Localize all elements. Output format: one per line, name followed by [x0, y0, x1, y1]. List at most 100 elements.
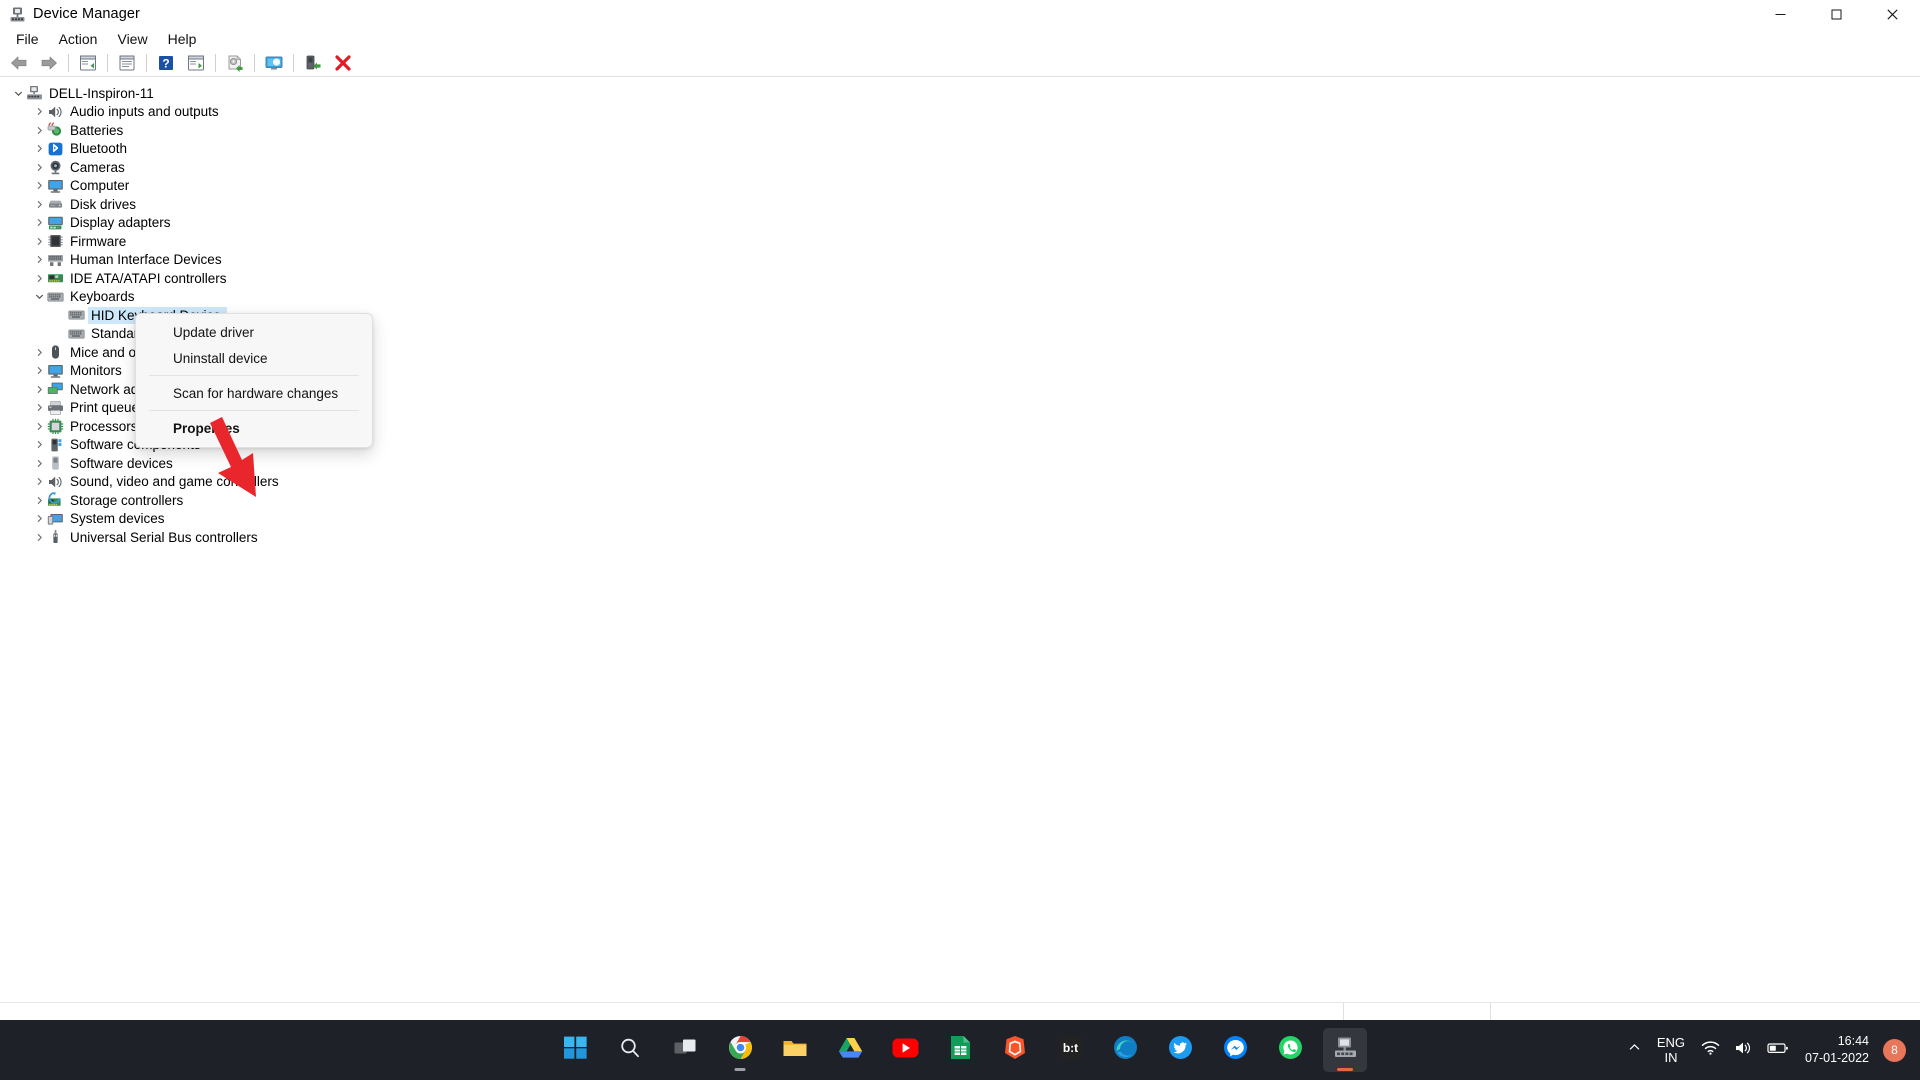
bit-button[interactable]: b:t: [1048, 1028, 1092, 1072]
chevron-right-icon[interactable]: [31, 380, 47, 398]
tree-item[interactable]: Sound, video and game controllers: [0, 473, 1920, 492]
menu-view[interactable]: View: [107, 28, 157, 50]
chevron-right-icon[interactable]: [31, 473, 47, 491]
tree-item[interactable]: IDE ATA/ATAPI controllers: [0, 269, 1920, 288]
taskbar-apps: b:t: [553, 1028, 1367, 1072]
forward-button[interactable]: [34, 51, 64, 75]
enable-device-button[interactable]: [298, 51, 328, 75]
tree-item[interactable]: Universal Serial Bus controllers: [0, 528, 1920, 547]
help-button[interactable]: ?: [151, 51, 181, 75]
tree-item[interactable]: Bluetooth: [0, 140, 1920, 159]
context-update-driver[interactable]: Update driver: [136, 319, 372, 345]
menu-help[interactable]: Help: [158, 28, 207, 50]
tree-item[interactable]: Audio inputs and outputs: [0, 103, 1920, 122]
brave-button[interactable]: [993, 1028, 1037, 1072]
computer-root-icon: [26, 85, 43, 101]
title-bar: Device Manager: [0, 0, 1920, 28]
battery-button[interactable]: [1760, 1028, 1796, 1072]
start-button[interactable]: [553, 1028, 597, 1072]
back-button[interactable]: [4, 51, 34, 75]
twitter-icon: [1168, 1035, 1193, 1065]
menu-action[interactable]: Action: [49, 28, 108, 50]
chrome-button[interactable]: [718, 1028, 762, 1072]
whatsapp-button[interactable]: [1268, 1028, 1312, 1072]
chevron-right-icon[interactable]: [31, 528, 47, 546]
minimize-button[interactable]: [1752, 0, 1808, 28]
chevron-right-icon[interactable]: [31, 140, 47, 158]
file-explorer-button[interactable]: [773, 1028, 817, 1072]
chevron-right-icon[interactable]: [31, 454, 47, 472]
language-line-2: IN: [1664, 1050, 1678, 1065]
tree-item[interactable]: Storage controllers: [0, 491, 1920, 510]
clock[interactable]: 16:44 07-01-2022: [1796, 1033, 1878, 1067]
tree-item[interactable]: Software devices: [0, 454, 1920, 473]
chevron-down-icon[interactable]: [10, 84, 26, 102]
hid-icon: [47, 252, 64, 268]
monitor-icon: [47, 363, 64, 379]
chevron-right-icon[interactable]: [31, 510, 47, 528]
youtube-button[interactable]: [883, 1028, 927, 1072]
chevron-right-icon[interactable]: [31, 158, 47, 176]
context-uninstall-device[interactable]: Uninstall device: [136, 345, 372, 371]
sheets-button[interactable]: [938, 1028, 982, 1072]
language-indicator[interactable]: ENG IN: [1648, 1035, 1694, 1065]
youtube-icon: [892, 1038, 919, 1063]
update-driver-button[interactable]: [220, 51, 250, 75]
volume-button[interactable]: [1727, 1028, 1760, 1072]
menu-file[interactable]: File: [6, 28, 49, 50]
chevron-right-icon[interactable]: [31, 121, 47, 139]
chevron-right-icon[interactable]: [31, 399, 47, 417]
chevron-right-icon[interactable]: [31, 436, 47, 454]
search-button[interactable]: [608, 1028, 652, 1072]
properties-button[interactable]: [112, 51, 142, 75]
tree-item[interactable]: Cameras: [0, 158, 1920, 177]
chevron-right-icon[interactable]: [31, 362, 47, 380]
tray-overflow-button[interactable]: [1621, 1028, 1648, 1072]
language-line-1: ENG: [1656, 1035, 1686, 1050]
tree-root-node[interactable]: DELL-Inspiron-11: [0, 84, 1920, 103]
messenger-button[interactable]: [1213, 1028, 1257, 1072]
google-drive-button[interactable]: [828, 1028, 872, 1072]
tree-item[interactable]: Firmware: [0, 232, 1920, 251]
scan-hardware-changes-button[interactable]: [259, 51, 289, 75]
chevron-right-icon[interactable]: [31, 343, 47, 361]
network-button[interactable]: [1694, 1028, 1727, 1072]
tree-item[interactable]: Keyboards: [0, 288, 1920, 307]
chevron-right-icon[interactable]: [31, 195, 47, 213]
uninstall-device-button[interactable]: [328, 51, 358, 75]
context-properties[interactable]: Properties: [136, 415, 372, 441]
show-hide-action-pane-button[interactable]: [181, 51, 211, 75]
tree-item[interactable]: Human Interface Devices: [0, 251, 1920, 270]
tree-item[interactable]: System devices: [0, 510, 1920, 529]
tree-item[interactable]: Disk drives: [0, 195, 1920, 214]
task-view-button[interactable]: [663, 1028, 707, 1072]
battery-icon: [47, 122, 64, 138]
toolbar-separator: [293, 54, 294, 72]
close-button[interactable]: [1864, 0, 1920, 28]
device-manager-taskbar-button[interactable]: [1323, 1028, 1367, 1072]
chevron-right-icon[interactable]: [31, 103, 47, 121]
notification-badge[interactable]: 8: [1883, 1038, 1906, 1062]
chevron-right-icon[interactable]: [31, 491, 47, 509]
chevron-right-icon[interactable]: [31, 177, 47, 195]
edge-button[interactable]: [1103, 1028, 1147, 1072]
context-scan-hardware-changes[interactable]: Scan for hardware changes: [136, 380, 372, 406]
toolbar: ?: [0, 50, 1920, 76]
chevron-right-icon[interactable]: [31, 251, 47, 269]
tree-item[interactable]: Computer: [0, 177, 1920, 196]
show-hide-console-tree-button[interactable]: [73, 51, 103, 75]
chevron-down-icon[interactable]: [31, 288, 47, 306]
twitter-button[interactable]: [1158, 1028, 1202, 1072]
google-sheets-icon: [950, 1035, 971, 1065]
chevron-right-icon[interactable]: [31, 269, 47, 287]
chevron-right-icon[interactable]: [31, 417, 47, 435]
maximize-button[interactable]: [1808, 0, 1864, 28]
tree-item[interactable]: Batteries: [0, 121, 1920, 140]
chevron-right-icon[interactable]: [31, 214, 47, 232]
toolbar-separator: [107, 54, 108, 72]
mouse-icon: [47, 344, 64, 360]
disk-drive-icon: [47, 196, 64, 212]
keyboard-device-icon: [68, 326, 85, 342]
tree-item[interactable]: Display adapters: [0, 214, 1920, 233]
chevron-right-icon[interactable]: [31, 232, 47, 250]
